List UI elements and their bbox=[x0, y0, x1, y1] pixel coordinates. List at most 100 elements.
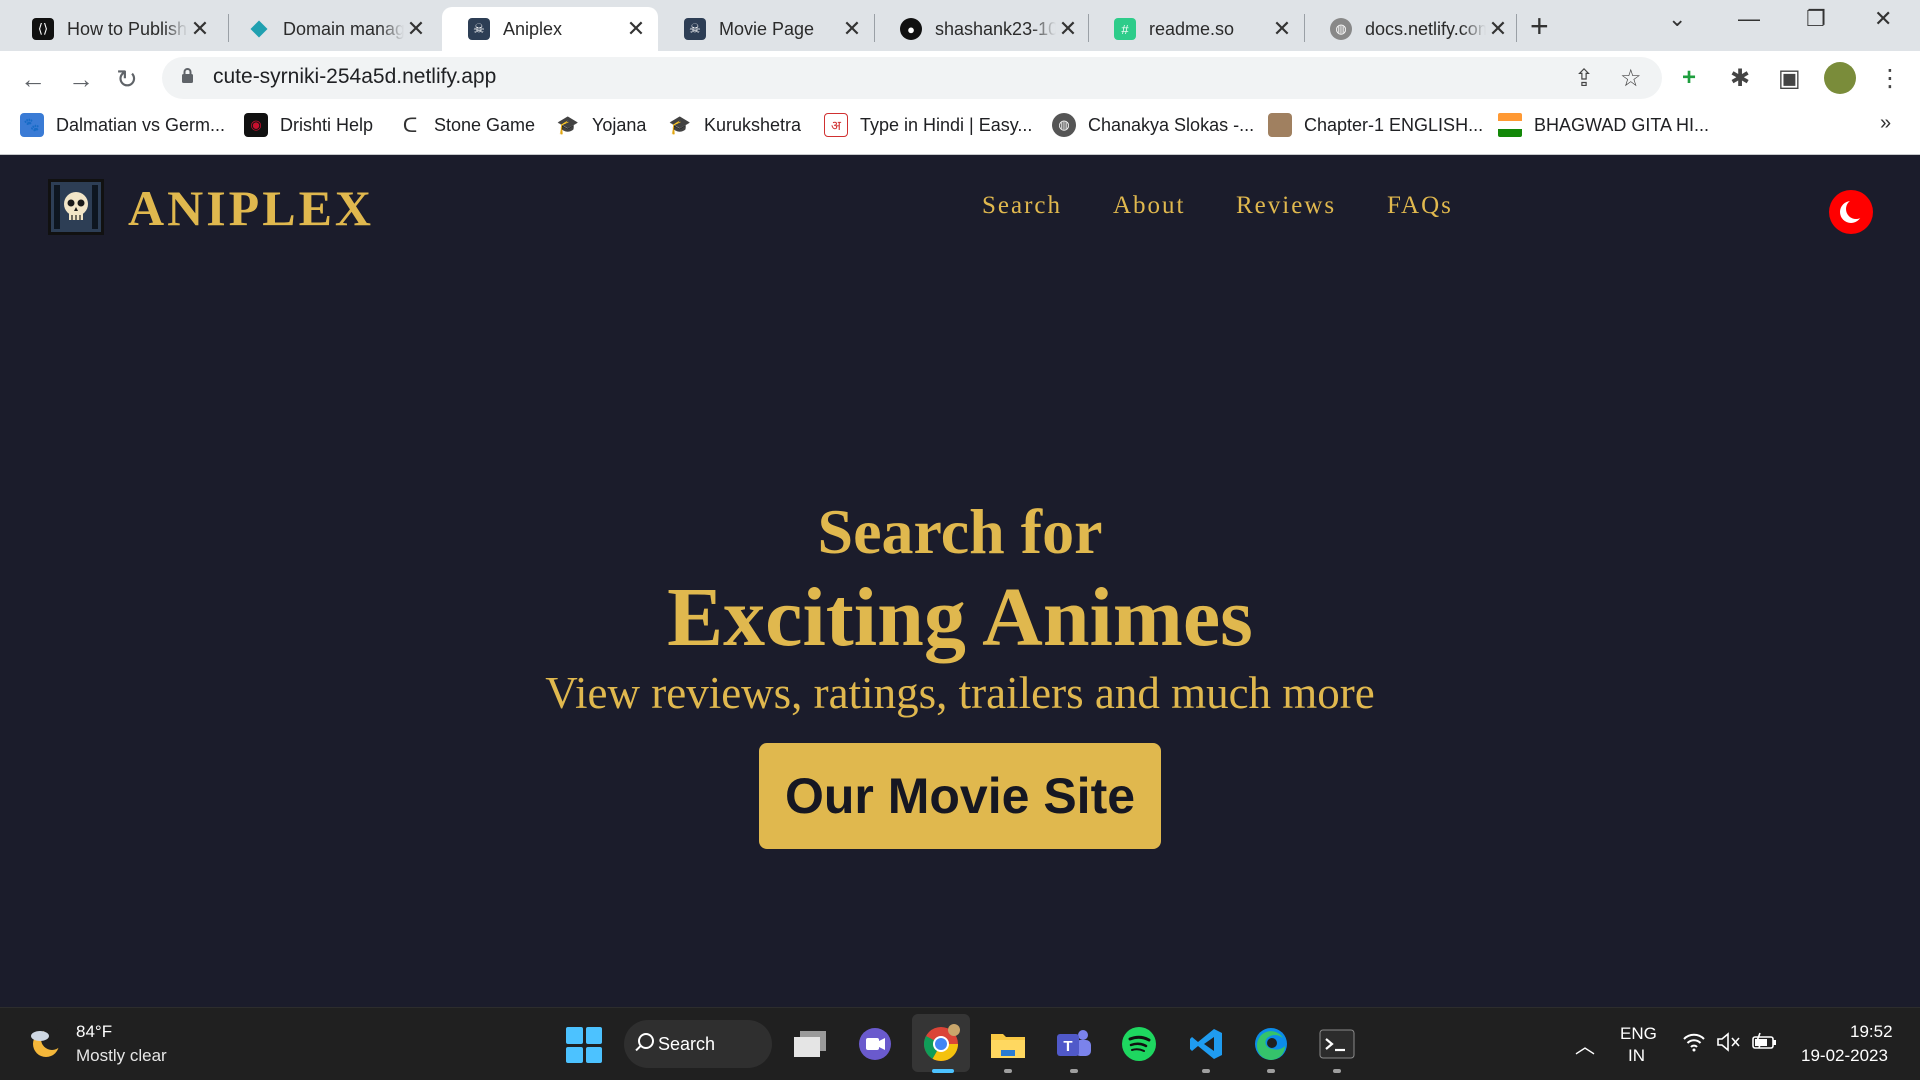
spotify-icon[interactable] bbox=[1119, 1024, 1159, 1064]
browser-tab[interactable]: ☠ Movie Page ✕ bbox=[658, 7, 874, 51]
running-indicator bbox=[932, 1069, 954, 1073]
chevron-up-icon[interactable]: ︿ bbox=[1575, 1030, 1595, 1059]
extensions-puzzle-icon[interactable]: ✱ bbox=[1730, 64, 1750, 93]
browser-tab[interactable]: ● shashank23-10 ✕ bbox=[874, 7, 1090, 51]
svg-text:T: T bbox=[1063, 1038, 1072, 1055]
close-tab-icon[interactable]: ✕ bbox=[840, 16, 864, 42]
github-icon: ● bbox=[900, 18, 922, 40]
profile-avatar[interactable] bbox=[1824, 62, 1856, 94]
teams-chat-icon[interactable] bbox=[855, 1024, 895, 1064]
aniplex-skull-icon: ☠ bbox=[684, 18, 706, 40]
reload-icon[interactable]: ↻ bbox=[116, 64, 138, 95]
extension-plus-icon[interactable]: + bbox=[1682, 64, 1696, 92]
running-indicator bbox=[1267, 1069, 1275, 1073]
close-tab-icon[interactable]: ✕ bbox=[1270, 16, 1294, 42]
nav-link-faqs[interactable]: FAQs bbox=[1387, 192, 1453, 220]
bookmark-item[interactable]: 🎓 Kurukshetra bbox=[668, 113, 801, 137]
task-view-icon[interactable] bbox=[790, 1024, 830, 1064]
close-tab-icon[interactable]: ✕ bbox=[404, 16, 428, 42]
lock-icon[interactable] bbox=[181, 68, 194, 83]
clock-time[interactable]: 19:52 bbox=[1850, 1022, 1893, 1042]
india-flag-icon bbox=[1498, 113, 1522, 137]
bookmarks-overflow-button[interactable]: » bbox=[1880, 112, 1891, 135]
url-text[interactable]: cute-syrniki-254a5d.netlify.app bbox=[213, 65, 496, 89]
browser-tab-active[interactable]: ☠ Aniplex ✕ bbox=[442, 7, 658, 51]
close-tab-icon[interactable]: ✕ bbox=[188, 16, 212, 42]
wifi-icon[interactable] bbox=[1682, 1032, 1706, 1058]
vscode-icon[interactable] bbox=[1186, 1024, 1226, 1064]
restore-icon[interactable]: ❐ bbox=[1806, 6, 1826, 32]
bookmark-item[interactable]: 🐾 Dalmatian vs Germ... bbox=[20, 113, 225, 137]
hero-heading-line1: Search for bbox=[817, 496, 1103, 567]
language-indicator[interactable]: ENG bbox=[1620, 1024, 1657, 1044]
hero-heading-line2: Exciting Animes bbox=[667, 571, 1253, 664]
bookmark-star-icon[interactable]: ☆ bbox=[1620, 64, 1642, 93]
site-logo-text[interactable]: ANIPLEX bbox=[128, 179, 374, 237]
clock-date[interactable]: 19-02-2023 bbox=[1801, 1046, 1888, 1066]
bookmark-item[interactable]: Chapter-1 ENGLISH... bbox=[1268, 113, 1483, 137]
browser-tab[interactable]: ◍ docs.netlify.com ✕ bbox=[1304, 7, 1520, 51]
bookmark-item[interactable]: ◍ Chanakya Slokas -... bbox=[1052, 113, 1254, 137]
drishti-icon: ◉ bbox=[244, 113, 268, 137]
tab-search-chevron-icon[interactable]: ⌄ bbox=[1668, 6, 1686, 32]
weather-temperature[interactable]: 84°F bbox=[76, 1022, 112, 1042]
graduation-cap-icon: 🎓 bbox=[668, 114, 692, 135]
search-icon bbox=[638, 1033, 654, 1049]
aniplex-skull-icon[interactable] bbox=[48, 179, 104, 235]
browser-tab[interactable]: Domain manag ✕ bbox=[222, 7, 438, 51]
running-indicator bbox=[1004, 1069, 1012, 1073]
netlify-diamond-icon bbox=[248, 18, 270, 40]
bookmark-item[interactable]: ◉ Drishti Help bbox=[244, 113, 373, 137]
globe-icon: ◍ bbox=[1330, 18, 1352, 40]
graduation-cap-icon: 🎓 bbox=[556, 114, 580, 135]
close-tab-icon[interactable]: ✕ bbox=[624, 16, 648, 42]
side-panel-icon[interactable]: ▣ bbox=[1778, 64, 1801, 93]
teams-icon[interactable]: T bbox=[1054, 1024, 1094, 1064]
taskbar-search[interactable]: Search bbox=[624, 1020, 772, 1068]
nav-link-reviews[interactable]: Reviews bbox=[1236, 192, 1336, 220]
dark-mode-toggle[interactable] bbox=[1829, 190, 1873, 234]
nav-link-search[interactable]: Search bbox=[982, 192, 1062, 220]
movie-site-button[interactable]: Our Movie Site bbox=[759, 743, 1161, 849]
close-tab-icon[interactable]: ✕ bbox=[1056, 16, 1080, 42]
terminal-icon[interactable] bbox=[1317, 1024, 1357, 1064]
forward-arrow-icon[interactable]: → bbox=[68, 64, 94, 95]
windows-start-icon[interactable] bbox=[566, 1027, 602, 1063]
running-indicator bbox=[1202, 1069, 1210, 1073]
language-region[interactable]: IN bbox=[1628, 1046, 1645, 1066]
file-explorer-icon[interactable] bbox=[988, 1024, 1028, 1064]
paw-icon: 🐾 bbox=[20, 113, 44, 137]
chrome-icon[interactable] bbox=[921, 1024, 961, 1064]
globe-icon: ◍ bbox=[1052, 113, 1076, 137]
hashnode-logo-icon: ⟨⟩ bbox=[32, 18, 54, 40]
bookmark-item[interactable]: अ Type in Hindi | Easy... bbox=[824, 113, 1032, 137]
hero-subtitle: View reviews, ratings, trailers and much… bbox=[545, 668, 1375, 718]
bookmark-item[interactable]: ᑕ Stone Game bbox=[398, 113, 535, 137]
bookmark-item[interactable]: BHAGWAD GITA HI... bbox=[1498, 113, 1709, 137]
moon-icon bbox=[1840, 199, 1866, 223]
weather-moon-icon[interactable] bbox=[28, 1024, 64, 1060]
weather-description[interactable]: Mostly clear bbox=[76, 1046, 167, 1066]
window-close-icon[interactable]: ✕ bbox=[1874, 6, 1892, 32]
minimize-icon[interactable]: — bbox=[1738, 6, 1760, 32]
new-tab-button[interactable]: + bbox=[1530, 8, 1549, 45]
browser-tab[interactable]: # readme.so ✕ bbox=[1088, 7, 1304, 51]
bookmark-item[interactable]: 🎓 Yojana bbox=[556, 113, 647, 137]
close-tab-icon[interactable]: ✕ bbox=[1486, 16, 1510, 42]
battery-charging-icon[interactable] bbox=[1752, 1032, 1778, 1058]
tab-divider bbox=[1516, 14, 1517, 42]
edge-icon[interactable] bbox=[1251, 1024, 1291, 1064]
share-icon[interactable]: ⇪ bbox=[1574, 64, 1594, 93]
running-indicator bbox=[1333, 1069, 1341, 1073]
web-page: ANIPLEX Search About Reviews FAQs Search… bbox=[0, 155, 1920, 1007]
back-arrow-icon[interactable]: ← bbox=[20, 64, 46, 95]
speaker-muted-icon[interactable] bbox=[1716, 1032, 1742, 1058]
running-indicator bbox=[1070, 1069, 1078, 1073]
nav-link-about[interactable]: About bbox=[1113, 192, 1186, 220]
readme-hash-icon: # bbox=[1114, 18, 1136, 40]
menu-kebab-icon[interactable]: ⋮ bbox=[1878, 64, 1902, 93]
book-cover-icon bbox=[1268, 113, 1292, 137]
aniplex-skull-icon: ☠ bbox=[468, 18, 490, 40]
browser-tab[interactable]: ⟨⟩ How to Publish ✕ bbox=[6, 7, 222, 51]
leetcode-icon: ᑕ bbox=[402, 114, 418, 137]
